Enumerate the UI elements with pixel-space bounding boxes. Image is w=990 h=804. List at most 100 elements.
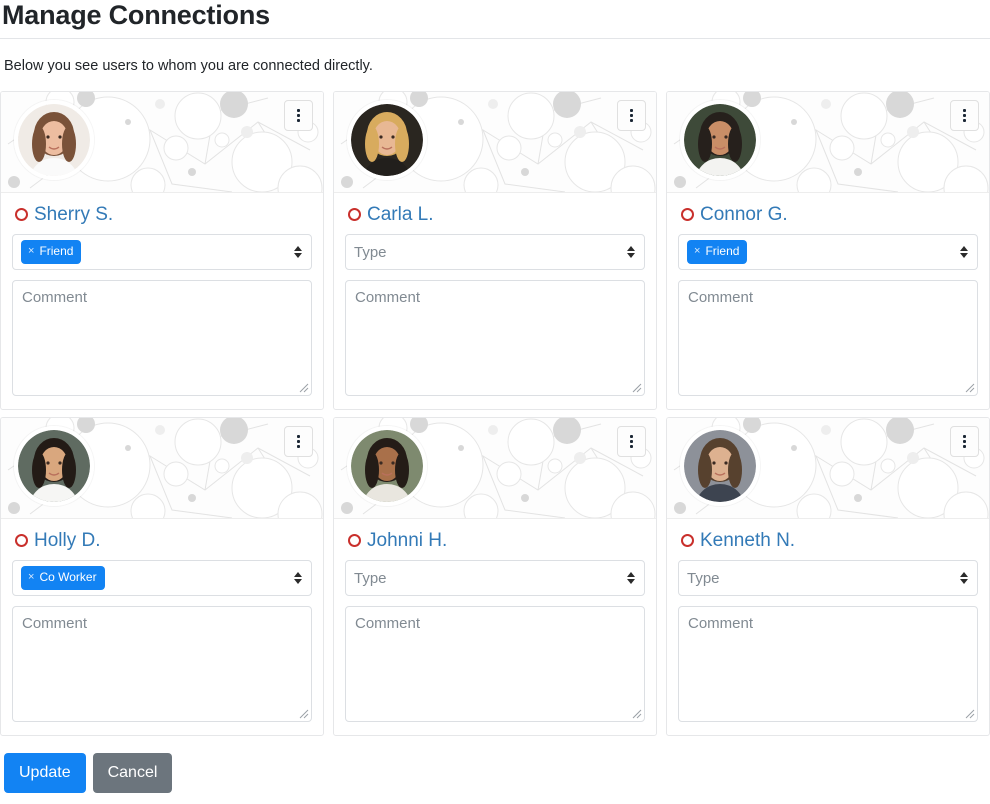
comment-placeholder: Comment xyxy=(355,289,421,306)
comment-textarea[interactable]: Comment xyxy=(12,606,312,722)
kebab-menu-icon[interactable] xyxy=(617,100,646,131)
remove-tag-icon[interactable]: × xyxy=(28,572,34,583)
kebab-dot xyxy=(297,109,300,112)
connections-grid: Sherry S. × Friend Comment Carla L. Type… xyxy=(0,75,990,736)
avatar-image xyxy=(351,104,423,176)
resize-handle-icon[interactable] xyxy=(298,708,309,719)
person-name-link[interactable]: Kenneth N. xyxy=(700,530,795,551)
update-button[interactable]: Update xyxy=(4,753,86,793)
footer-actions: Update Cancel xyxy=(0,736,990,793)
resize-handle-icon[interactable] xyxy=(298,382,309,393)
comment-placeholder: Comment xyxy=(355,615,421,632)
avatar-image xyxy=(684,104,756,176)
kebab-dot xyxy=(297,435,300,438)
connection-type-select[interactable]: Type xyxy=(345,560,645,596)
comment-textarea[interactable]: Comment xyxy=(12,280,312,396)
connection-type-tag[interactable]: × Friend xyxy=(21,240,82,264)
comment-placeholder: Comment xyxy=(22,289,88,306)
type-placeholder: Type xyxy=(354,243,387,261)
manage-connections-page: Manage Connections Below you see users t… xyxy=(0,0,990,804)
circle-outline-icon xyxy=(681,208,694,221)
kebab-menu-icon[interactable] xyxy=(284,100,313,131)
kebab-dot xyxy=(963,114,966,117)
resize-handle-icon[interactable] xyxy=(964,382,975,393)
comment-textarea[interactable]: Comment xyxy=(678,606,978,722)
kebab-dot xyxy=(630,435,633,438)
connection-card-5: Johnni H. Type Comment xyxy=(333,417,657,736)
kebab-dot xyxy=(297,445,300,448)
card-body: Holly D. × Co Worker Comment xyxy=(1,519,323,735)
connection-type-select[interactable]: Type xyxy=(345,234,645,270)
cancel-button[interactable]: Cancel xyxy=(92,753,173,793)
person-name-link[interactable]: Johnni H. xyxy=(367,530,447,551)
kebab-menu-icon[interactable] xyxy=(617,426,646,457)
tag-label: Friend xyxy=(39,244,74,258)
connection-card-1: Sherry S. × Friend Comment xyxy=(0,91,324,410)
chevron-updown-icon xyxy=(959,571,968,585)
person-name-row: Johnni H. xyxy=(345,530,645,560)
kebab-dot xyxy=(630,445,633,448)
connection-card-3: Connor G. × Friend Comment xyxy=(666,91,990,410)
kebab-menu-icon[interactable] xyxy=(950,426,979,457)
connection-type-select[interactable]: × Friend xyxy=(12,234,312,270)
comment-textarea[interactable]: Comment xyxy=(345,280,645,396)
person-name-link[interactable]: Sherry S. xyxy=(34,204,113,225)
person-name-row: Kenneth N. xyxy=(678,530,978,560)
connection-type-select[interactable]: Type xyxy=(678,560,978,596)
kebab-dot xyxy=(630,440,633,443)
card-body: Carla L. Type Comment xyxy=(334,193,656,409)
avatar-holly xyxy=(14,426,94,506)
connection-type-tag[interactable]: × Co Worker xyxy=(21,566,105,590)
circle-outline-icon xyxy=(348,534,361,547)
person-name-row: Sherry S. xyxy=(12,204,312,234)
avatar-sherry xyxy=(14,100,94,180)
resize-handle-icon[interactable] xyxy=(964,708,975,719)
avatar-image xyxy=(351,430,423,502)
avatar-image xyxy=(18,430,90,502)
type-placeholder: Type xyxy=(354,569,387,587)
remove-tag-icon[interactable]: × xyxy=(28,246,34,257)
connection-card-6: Kenneth N. Type Comment xyxy=(666,417,990,736)
kebab-dot xyxy=(963,435,966,438)
kebab-dot xyxy=(297,119,300,122)
page-intro-text: Below you see users to whom you are conn… xyxy=(4,58,373,74)
person-name-link[interactable]: Connor G. xyxy=(700,204,788,225)
tag-label: Friend xyxy=(705,244,740,258)
avatar-carla xyxy=(347,100,427,180)
card-banner xyxy=(667,92,989,193)
kebab-dot xyxy=(297,114,300,117)
person-name-row: Carla L. xyxy=(345,204,645,234)
avatar-johnni xyxy=(347,426,427,506)
chevron-updown-icon xyxy=(626,245,635,259)
card-banner xyxy=(1,92,323,193)
kebab-dot xyxy=(630,109,633,112)
comment-textarea[interactable]: Comment xyxy=(345,606,645,722)
comment-placeholder: Comment xyxy=(688,615,754,632)
circle-outline-icon xyxy=(15,208,28,221)
page-title: Manage Connections xyxy=(2,0,270,30)
card-banner xyxy=(1,418,323,519)
card-body: Sherry S. × Friend Comment xyxy=(1,193,323,409)
person-name-link[interactable]: Holly D. xyxy=(34,530,101,551)
kebab-menu-icon[interactable] xyxy=(950,100,979,131)
connection-type-select[interactable]: × Friend xyxy=(678,234,978,270)
person-name-link[interactable]: Carla L. xyxy=(367,204,434,225)
kebab-dot xyxy=(963,445,966,448)
chevron-updown-icon xyxy=(959,245,968,259)
comment-placeholder: Comment xyxy=(22,615,88,632)
resize-handle-icon[interactable] xyxy=(631,382,642,393)
type-placeholder: Type xyxy=(687,569,720,587)
card-banner xyxy=(667,418,989,519)
connection-type-select[interactable]: × Co Worker xyxy=(12,560,312,596)
resize-handle-icon[interactable] xyxy=(631,708,642,719)
chevron-updown-icon xyxy=(293,571,302,585)
card-banner xyxy=(334,92,656,193)
kebab-dot xyxy=(630,119,633,122)
avatar-image xyxy=(18,104,90,176)
chevron-updown-icon xyxy=(293,245,302,259)
kebab-menu-icon[interactable] xyxy=(284,426,313,457)
remove-tag-icon[interactable]: × xyxy=(694,246,700,257)
connection-type-tag[interactable]: × Friend xyxy=(687,240,748,264)
comment-textarea[interactable]: Comment xyxy=(678,280,978,396)
kebab-dot xyxy=(630,114,633,117)
